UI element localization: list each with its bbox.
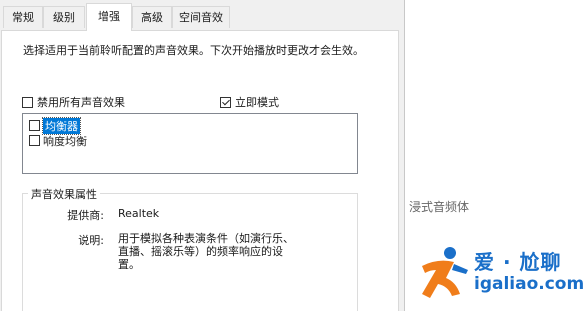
immediate-mode-checkbox[interactable]: 立即模式	[220, 94, 279, 110]
list-item-loudness[interactable]: 响度均衡	[29, 133, 87, 148]
equalizer-label[interactable]: 均衡器	[42, 116, 81, 135]
description-text: 选择适用于当前聆听配置的声音效果。下次开始播放时更改才会生效。	[23, 44, 364, 57]
disable-all-checkbox[interactable]: 禁用所有声音效果	[22, 94, 125, 110]
provider-label: 提供商:	[67, 209, 104, 222]
properties-group-title: 声音效果属性	[28, 186, 100, 202]
immediate-mode-label: 立即模式	[235, 96, 279, 109]
equalizer-checkbox[interactable]	[29, 120, 40, 131]
loudness-label[interactable]: 响度均衡	[43, 133, 87, 149]
loudness-checkbox[interactable]	[29, 135, 40, 146]
tab-general[interactable]: 常规	[3, 6, 43, 28]
disable-all-box[interactable]	[22, 96, 33, 108]
tab-levels[interactable]: 级别	[43, 6, 85, 28]
disable-all-label: 禁用所有声音效果	[37, 96, 125, 109]
background-text: 浸式音频体	[409, 200, 470, 214]
runner-logo-icon	[422, 247, 468, 298]
sound-properties-dialog: 常规 级别 增强 高级 空间音效 选择适用于当前聆听配置的声音效果。下次开始播放…	[0, 0, 405, 311]
immediate-mode-box[interactable]	[220, 96, 231, 108]
provider-value: Realtek	[118, 207, 160, 220]
description-label: 说明:	[78, 234, 104, 247]
site-watermark: 爱 · 尬聊 igaliao.com	[416, 244, 584, 304]
watermark-chinese: 爱 · 尬聊	[474, 250, 562, 274]
tab-enhancements[interactable]: 增强	[86, 3, 132, 31]
tab-spatial-sound[interactable]: 空间音效	[172, 6, 230, 28]
description-value: 用于模拟各种表演条件（如演行乐、直播、摇滚乐等）的频率响应的设置。	[118, 232, 294, 271]
watermark-url: igaliao.com	[474, 274, 584, 294]
tab-bar: 常规 级别 增强 高级 空间音效	[0, 0, 404, 31]
list-item-equalizer[interactable]: 均衡器	[29, 116, 81, 135]
tab-advanced[interactable]: 高级	[132, 6, 172, 28]
effects-listbox[interactable]: 均衡器 响度均衡	[22, 113, 358, 174]
